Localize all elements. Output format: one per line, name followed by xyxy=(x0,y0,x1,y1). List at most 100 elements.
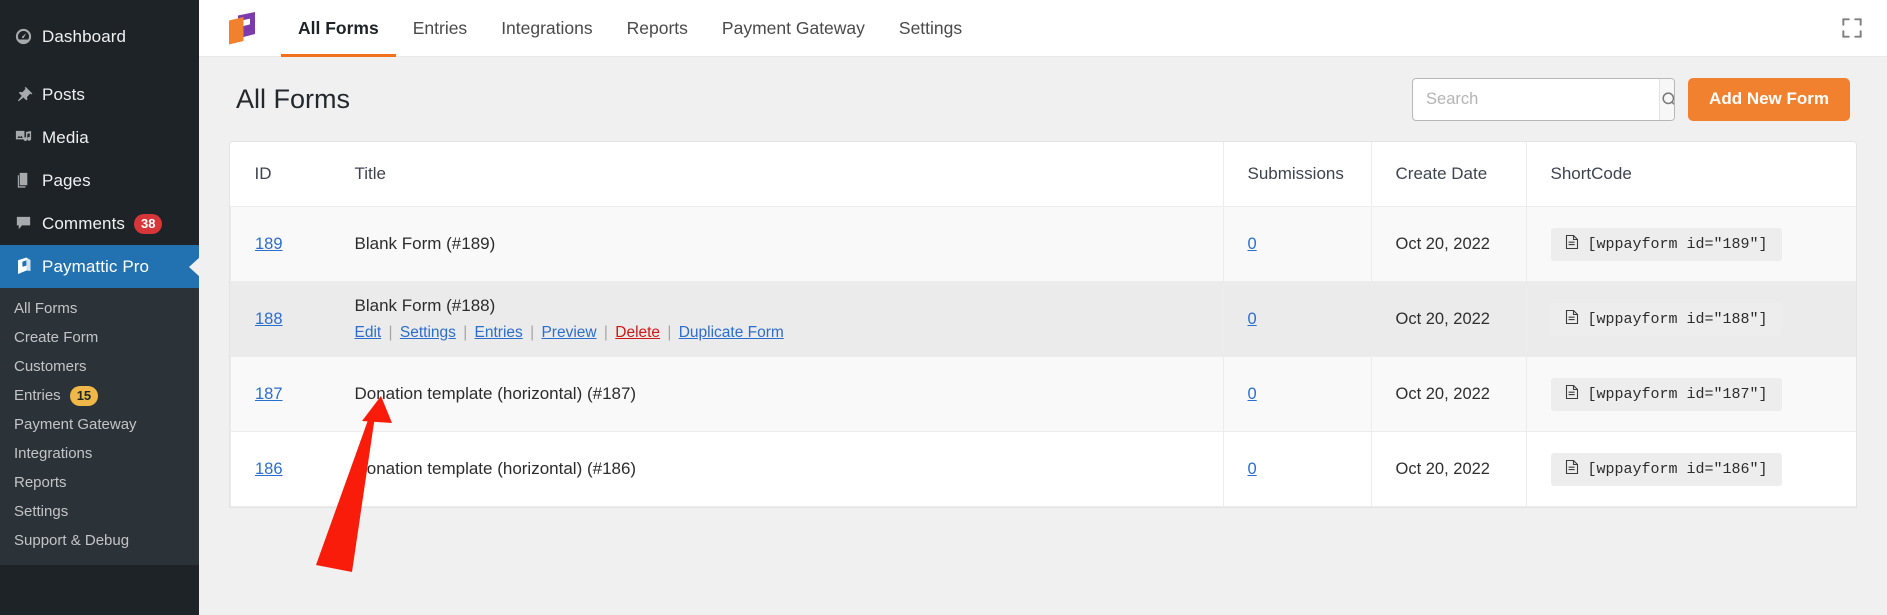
sidebar-item-paymattic-pro[interactable]: Paymattic Pro xyxy=(0,245,199,288)
table-row[interactable]: 186 Donation template (horizontal) (#186… xyxy=(230,431,1856,507)
submenu-item-create-form[interactable]: Create Form xyxy=(0,323,199,352)
row-action-preview[interactable]: Preview xyxy=(541,324,596,341)
column-header-title[interactable]: Title xyxy=(330,142,1223,207)
search-box[interactable] xyxy=(1412,77,1676,121)
column-header-shortcode[interactable]: ShortCode xyxy=(1525,142,1856,207)
submenu-item-payment-gateway[interactable]: Payment Gateway xyxy=(0,410,199,439)
sidebar-separator xyxy=(0,58,199,73)
form-title: Donation template (horizontal) (#186) xyxy=(354,459,637,478)
search-input[interactable] xyxy=(1413,78,1660,120)
form-id-link[interactable]: 188 xyxy=(255,310,283,328)
table-body: 189 Blank Form (#189) 0 Oct 20, 2022 [wp… xyxy=(230,206,1856,507)
column-header-create-date[interactable]: Create Date xyxy=(1370,142,1526,207)
cell-shortcode: [wppayform id="189"] xyxy=(1525,206,1856,282)
page-header-actions: Add New Form xyxy=(1412,77,1850,121)
active-menu-pointer xyxy=(189,256,199,277)
sidebar-item-label: Media xyxy=(42,127,89,147)
cell-submissions: 0 xyxy=(1222,206,1371,282)
submenu-item-support-debug[interactable]: Support & Debug xyxy=(0,526,199,555)
cell-id: 188 xyxy=(230,281,331,357)
table-row[interactable]: 187 Donation template (horizontal) (#187… xyxy=(230,356,1856,432)
tab-label: Payment Gateway xyxy=(721,17,865,38)
tab-label: Entries xyxy=(412,17,468,38)
tab-label: All Forms xyxy=(298,17,379,38)
table-header-row: ID Title Submissions Create Date ShortCo… xyxy=(230,142,1856,207)
row-action-settings[interactable]: Settings xyxy=(400,324,456,341)
tab-label: Reports xyxy=(626,17,688,38)
media-icon xyxy=(14,128,42,147)
add-new-form-button[interactable]: Add New Form xyxy=(1688,77,1850,121)
row-action-separator: | xyxy=(603,324,608,341)
sidebar-item-label: Posts xyxy=(42,84,86,104)
tab-entries[interactable]: Entries xyxy=(396,0,484,57)
tab-all-forms[interactable]: All Forms xyxy=(281,0,396,57)
column-header-id[interactable]: ID xyxy=(230,142,331,207)
cell-shortcode: [wppayform id="188"] xyxy=(1525,281,1856,357)
submenu-item-integrations[interactable]: Integrations xyxy=(0,439,199,468)
submissions-link[interactable]: 0 xyxy=(1248,385,1257,403)
row-action-separator: | xyxy=(388,324,393,341)
sidebar-item-label: Comments xyxy=(42,213,125,233)
cell-title: Blank Form (#189) xyxy=(330,206,1223,282)
row-action-edit[interactable]: Edit xyxy=(355,324,382,341)
sidebar-item-dashboard[interactable]: Dashboard xyxy=(0,15,199,58)
page-header: All Forms Add New Form xyxy=(229,57,1857,141)
sidebar-item-media[interactable]: Media xyxy=(0,116,199,159)
form-id-link[interactable]: 187 xyxy=(255,385,283,403)
row-action-delete[interactable]: Delete xyxy=(615,324,660,341)
topbar-tabs: All Forms Entries Integrations Reports P… xyxy=(281,0,979,57)
submissions-link[interactable]: 0 xyxy=(1248,460,1257,478)
forms-table: ID Title Submissions Create Date ShortCo… xyxy=(230,142,1856,507)
submenu-item-label: Entries xyxy=(14,387,61,404)
sidebar-item-label: Pages xyxy=(42,170,91,190)
plugin-topbar: All Forms Entries Integrations Reports P… xyxy=(199,0,1887,57)
submenu-item-entries[interactable]: Entries 15 xyxy=(0,381,199,410)
forms-table-card: ID Title Submissions Create Date ShortCo… xyxy=(229,141,1857,508)
submenu-item-label: Payment Gateway xyxy=(14,416,137,433)
sidebar-item-pages[interactable]: Pages xyxy=(0,159,199,202)
cell-create-date: Oct 20, 2022 xyxy=(1370,356,1526,432)
page-content: All Forms Add New Form xyxy=(199,57,1887,615)
shortcode-text: [wppayform id="187"] xyxy=(1587,385,1768,403)
search-icon[interactable] xyxy=(1659,78,1675,120)
column-header-submissions[interactable]: Submissions xyxy=(1222,142,1371,207)
submenu-item-label: Support & Debug xyxy=(14,532,130,549)
tab-payment-gateway[interactable]: Payment Gateway xyxy=(705,0,882,57)
submenu-item-label: Settings xyxy=(14,503,69,520)
shortcode-chip[interactable]: [wppayform id="186"] xyxy=(1550,452,1782,486)
paymattic-submenu: All Forms Create Form Customers Entries … xyxy=(0,288,199,565)
tab-settings[interactable]: Settings xyxy=(882,0,979,57)
fullscreen-icon[interactable] xyxy=(1839,15,1865,41)
copy-document-icon xyxy=(1565,459,1579,480)
form-id-link[interactable]: 189 xyxy=(255,235,283,253)
sidebar-item-posts[interactable]: Posts xyxy=(0,73,199,116)
tab-reports[interactable]: Reports xyxy=(610,0,705,57)
sidebar-item-comments[interactable]: Comments 38 xyxy=(0,202,199,245)
form-id-link[interactable]: 186 xyxy=(255,460,283,478)
shortcode-chip[interactable]: [wppayform id="189"] xyxy=(1550,227,1782,261)
submissions-link[interactable]: 0 xyxy=(1248,310,1257,328)
pages-icon xyxy=(14,171,42,190)
shortcode-chip[interactable]: [wppayform id="187"] xyxy=(1550,377,1782,411)
row-action-separator: | xyxy=(530,324,535,341)
table-row[interactable]: 189 Blank Form (#189) 0 Oct 20, 2022 [wp… xyxy=(230,206,1856,282)
comment-icon xyxy=(14,214,42,233)
cell-id: 187 xyxy=(230,356,331,432)
submenu-item-reports[interactable]: Reports xyxy=(0,468,199,497)
sidebar-top-spacer xyxy=(0,0,199,15)
row-action-separator: | xyxy=(667,324,672,341)
wp-admin-sidebar: Dashboard Posts Media Pages Comments 38 … xyxy=(0,0,199,615)
row-action-duplicate-form[interactable]: Duplicate Form xyxy=(679,324,784,341)
tab-integrations[interactable]: Integrations xyxy=(484,0,609,57)
paymattic-icon xyxy=(14,256,42,277)
shortcode-text: [wppayform id="188"] xyxy=(1587,310,1768,328)
table-row[interactable]: 188 Blank Form (#188) Edit | Settings | … xyxy=(230,281,1856,357)
submenu-item-all-forms[interactable]: All Forms xyxy=(0,294,199,323)
submenu-item-settings[interactable]: Settings xyxy=(0,497,199,526)
shortcode-chip[interactable]: [wppayform id="188"] xyxy=(1550,302,1782,336)
submenu-item-customers[interactable]: Customers xyxy=(0,352,199,381)
row-action-entries[interactable]: Entries xyxy=(475,324,523,341)
submissions-link[interactable]: 0 xyxy=(1248,235,1257,253)
form-title: Blank Form (#189) xyxy=(354,234,496,253)
submenu-item-label: Reports xyxy=(14,474,67,491)
